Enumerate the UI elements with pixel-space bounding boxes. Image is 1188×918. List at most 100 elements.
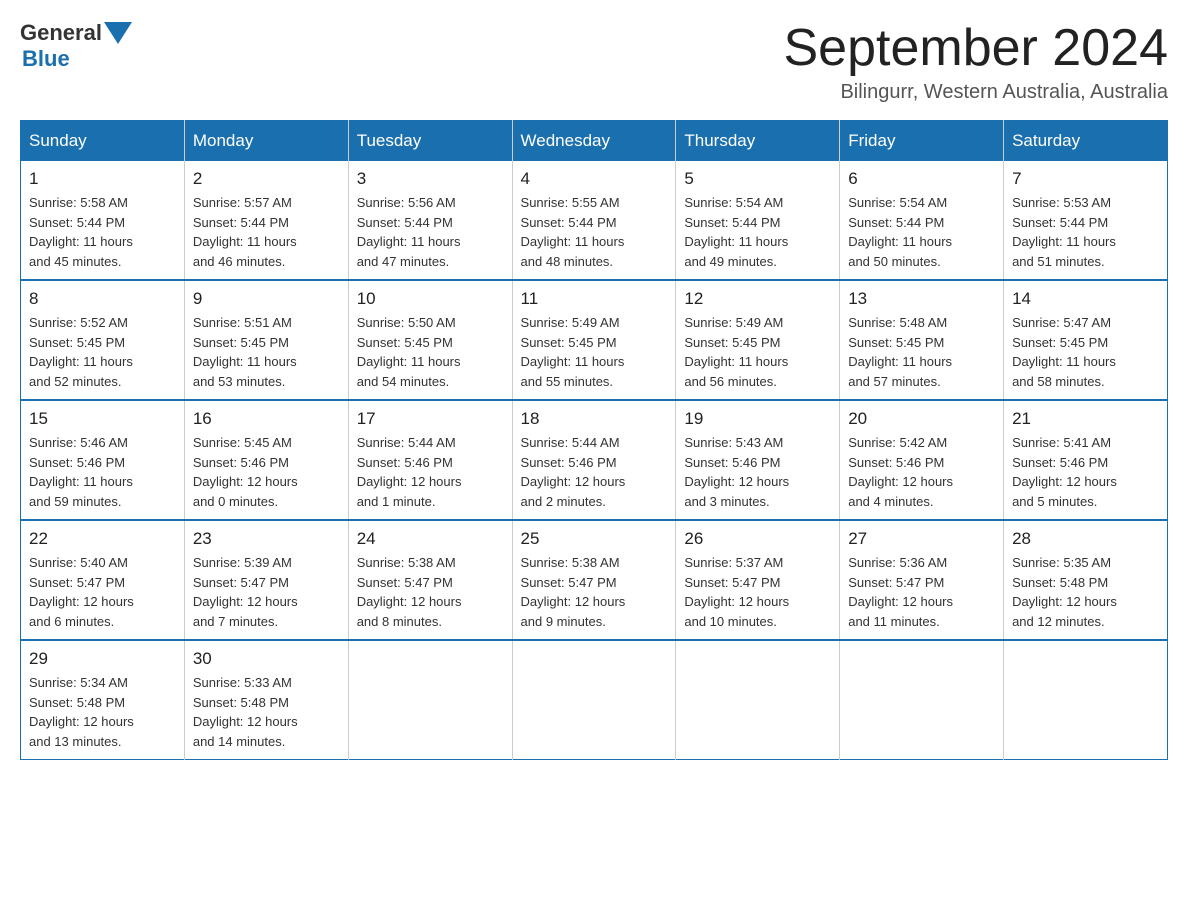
calendar-cell: 25 Sunrise: 5:38 AMSunset: 5:47 PMDaylig…	[512, 520, 676, 640]
calendar-header-wednesday: Wednesday	[512, 121, 676, 162]
cell-info: Sunrise: 5:49 AMSunset: 5:45 PMDaylight:…	[684, 313, 831, 391]
calendar-header-friday: Friday	[840, 121, 1004, 162]
calendar-cell: 19 Sunrise: 5:43 AMSunset: 5:46 PMDaylig…	[676, 400, 840, 520]
day-number: 14	[1012, 289, 1159, 309]
cell-info: Sunrise: 5:36 AMSunset: 5:47 PMDaylight:…	[848, 553, 995, 631]
calendar-week-2: 8 Sunrise: 5:52 AMSunset: 5:45 PMDayligh…	[21, 280, 1168, 400]
day-number: 18	[521, 409, 668, 429]
cell-info: Sunrise: 5:47 AMSunset: 5:45 PMDaylight:…	[1012, 313, 1159, 391]
cell-info: Sunrise: 5:41 AMSunset: 5:46 PMDaylight:…	[1012, 433, 1159, 511]
calendar-week-3: 15 Sunrise: 5:46 AMSunset: 5:46 PMDaylig…	[21, 400, 1168, 520]
calendar-week-1: 1 Sunrise: 5:58 AMSunset: 5:44 PMDayligh…	[21, 161, 1168, 280]
calendar-cell: 30 Sunrise: 5:33 AMSunset: 5:48 PMDaylig…	[184, 640, 348, 760]
cell-info: Sunrise: 5:33 AMSunset: 5:48 PMDaylight:…	[193, 673, 340, 751]
day-number: 8	[29, 289, 176, 309]
cell-info: Sunrise: 5:56 AMSunset: 5:44 PMDaylight:…	[357, 193, 504, 271]
cell-info: Sunrise: 5:37 AMSunset: 5:47 PMDaylight:…	[684, 553, 831, 631]
calendar-week-4: 22 Sunrise: 5:40 AMSunset: 5:47 PMDaylig…	[21, 520, 1168, 640]
calendar-cell: 13 Sunrise: 5:48 AMSunset: 5:45 PMDaylig…	[840, 280, 1004, 400]
page-header: General Blue September 2024 Bilingurr, W…	[20, 20, 1168, 104]
day-number: 9	[193, 289, 340, 309]
calendar-cell: 28 Sunrise: 5:35 AMSunset: 5:48 PMDaylig…	[1004, 520, 1168, 640]
calendar-cell	[512, 640, 676, 760]
day-number: 11	[521, 289, 668, 309]
calendar-cell: 6 Sunrise: 5:54 AMSunset: 5:44 PMDayligh…	[840, 161, 1004, 280]
calendar-cell: 27 Sunrise: 5:36 AMSunset: 5:47 PMDaylig…	[840, 520, 1004, 640]
calendar-cell: 10 Sunrise: 5:50 AMSunset: 5:45 PMDaylig…	[348, 280, 512, 400]
day-number: 20	[848, 409, 995, 429]
day-number: 2	[193, 169, 340, 189]
calendar-cell: 16 Sunrise: 5:45 AMSunset: 5:46 PMDaylig…	[184, 400, 348, 520]
calendar-header-sunday: Sunday	[21, 121, 185, 162]
cell-info: Sunrise: 5:53 AMSunset: 5:44 PMDaylight:…	[1012, 193, 1159, 271]
day-number: 6	[848, 169, 995, 189]
cell-info: Sunrise: 5:34 AMSunset: 5:48 PMDaylight:…	[29, 673, 176, 751]
calendar-cell	[1004, 640, 1168, 760]
calendar-cell: 29 Sunrise: 5:34 AMSunset: 5:48 PMDaylig…	[21, 640, 185, 760]
day-number: 5	[684, 169, 831, 189]
calendar-cell: 23 Sunrise: 5:39 AMSunset: 5:47 PMDaylig…	[184, 520, 348, 640]
cell-info: Sunrise: 5:52 AMSunset: 5:45 PMDaylight:…	[29, 313, 176, 391]
month-title: September 2024	[784, 20, 1169, 77]
calendar-cell: 7 Sunrise: 5:53 AMSunset: 5:44 PMDayligh…	[1004, 161, 1168, 280]
day-number: 28	[1012, 529, 1159, 549]
cell-info: Sunrise: 5:44 AMSunset: 5:46 PMDaylight:…	[521, 433, 668, 511]
calendar-cell: 8 Sunrise: 5:52 AMSunset: 5:45 PMDayligh…	[21, 280, 185, 400]
calendar-cell: 1 Sunrise: 5:58 AMSunset: 5:44 PMDayligh…	[21, 161, 185, 280]
cell-info: Sunrise: 5:43 AMSunset: 5:46 PMDaylight:…	[684, 433, 831, 511]
day-number: 7	[1012, 169, 1159, 189]
cell-info: Sunrise: 5:54 AMSunset: 5:44 PMDaylight:…	[848, 193, 995, 271]
day-number: 3	[357, 169, 504, 189]
day-number: 4	[521, 169, 668, 189]
calendar-table: SundayMondayTuesdayWednesdayThursdayFrid…	[20, 120, 1168, 760]
calendar-cell: 3 Sunrise: 5:56 AMSunset: 5:44 PMDayligh…	[348, 161, 512, 280]
logo-blue-text: Blue	[22, 46, 70, 72]
day-number: 19	[684, 409, 831, 429]
calendar-cell: 18 Sunrise: 5:44 AMSunset: 5:46 PMDaylig…	[512, 400, 676, 520]
calendar-header-thursday: Thursday	[676, 121, 840, 162]
calendar-cell: 2 Sunrise: 5:57 AMSunset: 5:44 PMDayligh…	[184, 161, 348, 280]
calendar-cell: 20 Sunrise: 5:42 AMSunset: 5:46 PMDaylig…	[840, 400, 1004, 520]
calendar-cell	[348, 640, 512, 760]
cell-info: Sunrise: 5:57 AMSunset: 5:44 PMDaylight:…	[193, 193, 340, 271]
calendar-cell	[840, 640, 1004, 760]
calendar-cell: 17 Sunrise: 5:44 AMSunset: 5:46 PMDaylig…	[348, 400, 512, 520]
day-number: 15	[29, 409, 176, 429]
calendar-week-5: 29 Sunrise: 5:34 AMSunset: 5:48 PMDaylig…	[21, 640, 1168, 760]
cell-info: Sunrise: 5:48 AMSunset: 5:45 PMDaylight:…	[848, 313, 995, 391]
day-number: 17	[357, 409, 504, 429]
day-number: 16	[193, 409, 340, 429]
cell-info: Sunrise: 5:46 AMSunset: 5:46 PMDaylight:…	[29, 433, 176, 511]
cell-info: Sunrise: 5:44 AMSunset: 5:46 PMDaylight:…	[357, 433, 504, 511]
day-number: 29	[29, 649, 176, 669]
day-number: 27	[848, 529, 995, 549]
day-number: 10	[357, 289, 504, 309]
cell-info: Sunrise: 5:54 AMSunset: 5:44 PMDaylight:…	[684, 193, 831, 271]
calendar-header-tuesday: Tuesday	[348, 121, 512, 162]
day-number: 24	[357, 529, 504, 549]
cell-info: Sunrise: 5:35 AMSunset: 5:48 PMDaylight:…	[1012, 553, 1159, 631]
calendar-cell: 9 Sunrise: 5:51 AMSunset: 5:45 PMDayligh…	[184, 280, 348, 400]
cell-info: Sunrise: 5:38 AMSunset: 5:47 PMDaylight:…	[357, 553, 504, 631]
day-number: 12	[684, 289, 831, 309]
cell-info: Sunrise: 5:38 AMSunset: 5:47 PMDaylight:…	[521, 553, 668, 631]
calendar-cell: 22 Sunrise: 5:40 AMSunset: 5:47 PMDaylig…	[21, 520, 185, 640]
calendar-cell: 26 Sunrise: 5:37 AMSunset: 5:47 PMDaylig…	[676, 520, 840, 640]
cell-info: Sunrise: 5:55 AMSunset: 5:44 PMDaylight:…	[521, 193, 668, 271]
day-number: 21	[1012, 409, 1159, 429]
logo-general-text: General	[20, 20, 102, 46]
calendar-cell	[676, 640, 840, 760]
cell-info: Sunrise: 5:45 AMSunset: 5:46 PMDaylight:…	[193, 433, 340, 511]
calendar-cell: 14 Sunrise: 5:47 AMSunset: 5:45 PMDaylig…	[1004, 280, 1168, 400]
calendar-cell: 21 Sunrise: 5:41 AMSunset: 5:46 PMDaylig…	[1004, 400, 1168, 520]
calendar-cell: 5 Sunrise: 5:54 AMSunset: 5:44 PMDayligh…	[676, 161, 840, 280]
day-number: 26	[684, 529, 831, 549]
title-block: September 2024 Bilingurr, Western Austra…	[784, 20, 1169, 104]
calendar-header-monday: Monday	[184, 121, 348, 162]
calendar-cell: 15 Sunrise: 5:46 AMSunset: 5:46 PMDaylig…	[21, 400, 185, 520]
logo: General Blue	[20, 20, 132, 72]
calendar-cell: 11 Sunrise: 5:49 AMSunset: 5:45 PMDaylig…	[512, 280, 676, 400]
day-number: 30	[193, 649, 340, 669]
cell-info: Sunrise: 5:39 AMSunset: 5:47 PMDaylight:…	[193, 553, 340, 631]
logo-arrow-icon	[104, 22, 132, 44]
